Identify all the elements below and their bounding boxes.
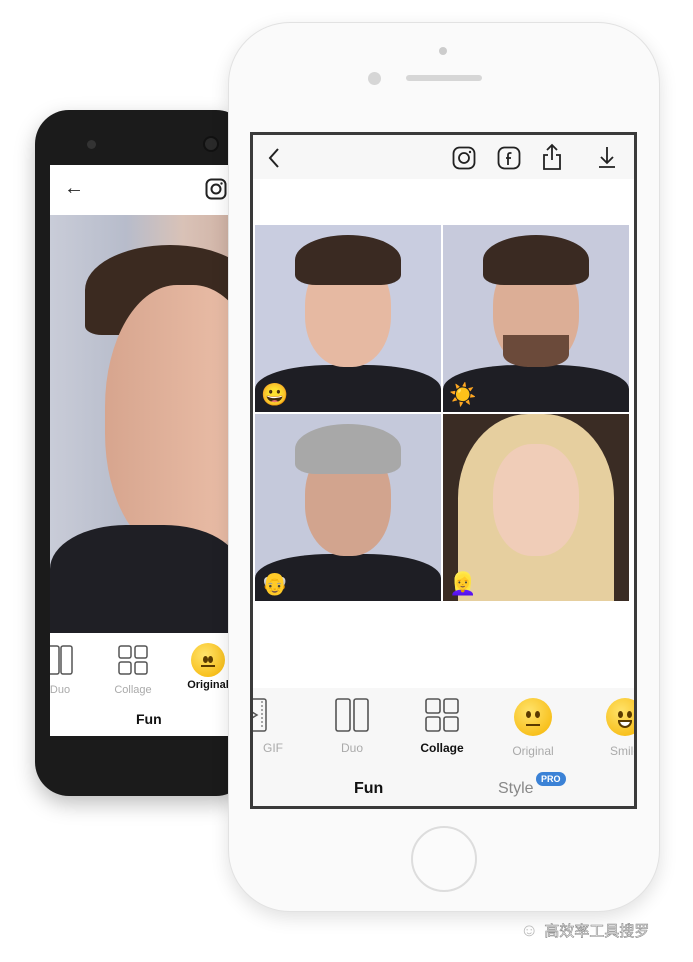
- tab-fun[interactable]: Fun: [354, 780, 383, 798]
- neutral-face-emoji: [514, 698, 552, 736]
- sensor-dot: [439, 47, 447, 55]
- original-photo: [50, 215, 240, 635]
- instagram-icon[interactable]: [452, 146, 476, 170]
- tool-gif[interactable]: GIF: [253, 698, 293, 755]
- duo-icon: [335, 698, 369, 732]
- tool-label: Collage: [420, 741, 464, 755]
- style-badge: ☀️: [449, 382, 477, 407]
- collage-tile-female[interactable]: 👱‍♀️: [443, 414, 629, 601]
- back-phone-screen: ← Duo Collage Original Fun: [50, 165, 240, 736]
- tool-label: Duo: [50, 684, 71, 696]
- back-icon[interactable]: [267, 147, 281, 169]
- gif-icon: [253, 698, 267, 732]
- front-phone-screen: 😀 ☀️ 👴 👱‍♀️ GIF Duo Collage: [250, 132, 637, 809]
- collage-grid: 😀 ☀️ 👴 👱‍♀️: [255, 225, 631, 603]
- smile-badge: 😀: [261, 382, 289, 407]
- tool-label: Smile: [609, 744, 637, 758]
- tool-duo[interactable]: Duo: [50, 645, 90, 696]
- tool-collage[interactable]: Collage: [103, 645, 163, 696]
- watermark-text: 高效率工具搜罗: [544, 922, 650, 941]
- wechat-icon: ☺: [520, 920, 539, 940]
- tool-label: Original: [512, 744, 554, 758]
- facebook-icon[interactable]: [497, 146, 521, 170]
- download-icon[interactable]: [597, 145, 617, 169]
- tool-original[interactable]: Original: [493, 698, 573, 758]
- collage-tile-smile[interactable]: 😀: [255, 225, 441, 412]
- tab-fun[interactable]: Fun: [136, 711, 162, 727]
- back-toolbar: Duo Collage Original Fun: [50, 633, 240, 736]
- old-badge: 👴: [261, 571, 289, 596]
- tab-style[interactable]: Style PRO: [498, 772, 566, 798]
- watermark: ☺ 高效率工具搜罗: [520, 920, 650, 941]
- female-badge: 👱‍♀️: [449, 571, 477, 596]
- duo-icon: [50, 645, 73, 675]
- camera-dot: [368, 72, 381, 85]
- back-arrow-icon[interactable]: ←: [64, 177, 84, 200]
- front-header: [253, 135, 634, 179]
- collage-icon: [118, 645, 148, 675]
- smile-face-emoji: [606, 698, 634, 736]
- collage-icon: [425, 698, 459, 732]
- tool-label: Duo: [340, 741, 363, 755]
- instagram-icon[interactable]: [205, 178, 227, 200]
- collage-tile-old[interactable]: 👴: [255, 414, 441, 601]
- tool-label: Collage: [114, 684, 152, 696]
- speaker: [203, 136, 219, 152]
- tool-smile[interactable]: Smile: [585, 698, 637, 758]
- tool-label: GIF: [263, 741, 283, 755]
- tool-collage[interactable]: Collage: [402, 698, 482, 755]
- neutral-face-emoji: [191, 643, 225, 677]
- tool-duo[interactable]: Duo: [312, 698, 392, 755]
- collage-tile-beard[interactable]: ☀️: [443, 225, 629, 412]
- pro-badge: PRO: [536, 772, 566, 786]
- front-toolbar: GIF Duo Collage Original Smile Fun Style…: [253, 688, 634, 806]
- tab-label: Style: [498, 780, 534, 797]
- camera-dot: [87, 140, 96, 149]
- home-button[interactable]: [411, 826, 477, 892]
- share-icon[interactable]: [541, 143, 563, 171]
- speaker-grille: [406, 75, 482, 81]
- back-header: ←: [50, 165, 240, 215]
